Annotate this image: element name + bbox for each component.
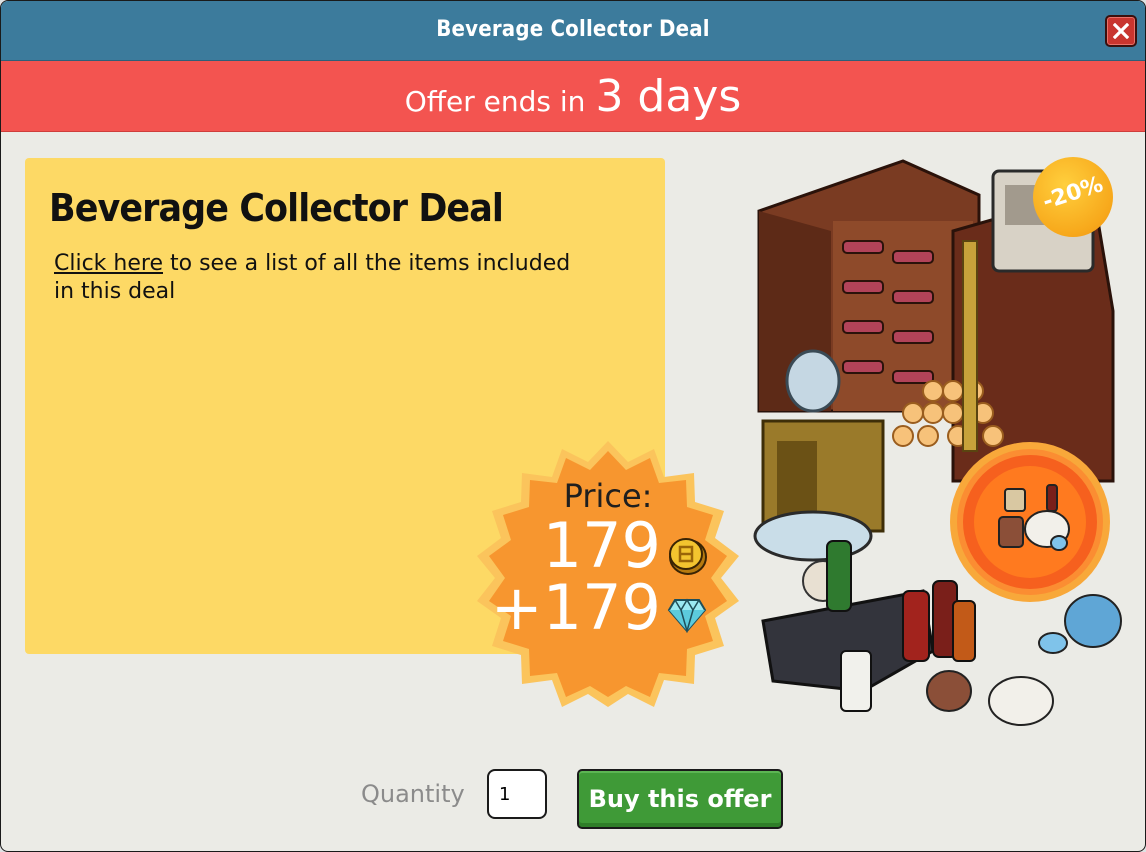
price-badge: Price: 179 +179 [471, 441, 745, 707]
price-credits: 179 [542, 509, 661, 582]
close-icon [1113, 23, 1129, 39]
offer-ends-label: Offer ends in [404, 85, 586, 118]
buy-offer-button[interactable]: Buy this offer [577, 769, 783, 829]
offer-timer-text: Offer ends in 3 days [1, 71, 1145, 122]
items-list-link[interactable]: Click here [54, 251, 163, 276]
diamond-icon [667, 598, 707, 633]
quantity-input[interactable] [487, 769, 547, 819]
discount-badge: -20% [1033, 157, 1113, 237]
title-bar[interactable]: Beverage Collector Deal [1, 1, 1145, 61]
bundle-icon-badge [950, 442, 1110, 602]
deal-description: Click here to see a list of all the item… [54, 250, 574, 306]
brass-pole-graphic [962, 240, 978, 452]
close-button[interactable] [1105, 15, 1137, 47]
offer-window: Beverage Collector Deal Offer ends in 3 d… [0, 0, 1146, 852]
window-title: Beverage Collector Deal [436, 17, 710, 42]
quantity-label: Quantity [361, 780, 465, 808]
discount-text: -20% [1039, 172, 1107, 215]
coin-icon [669, 538, 707, 575]
price-diamonds: +179 [490, 571, 661, 644]
purchase-footer: Quantity Buy this offer [1, 761, 1145, 841]
offer-ends-value: 3 days [595, 71, 742, 122]
deal-title: Beverage Collector Deal [49, 186, 504, 230]
offer-timer-banner: Offer ends in 3 days [1, 61, 1145, 132]
